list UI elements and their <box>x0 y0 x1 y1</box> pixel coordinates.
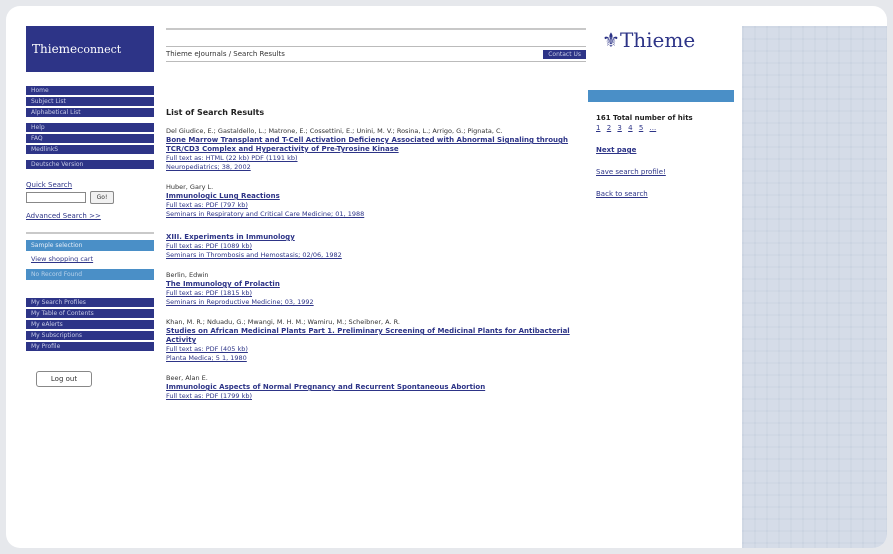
save-search-profile-link[interactable]: Save search profile! <box>596 168 726 176</box>
no-record-found: No Record Found <box>26 269 154 280</box>
nav-bottom: My Search Profiles My Table of Contents … <box>26 298 154 351</box>
nav-item-alphabetical-list[interactable]: Alphabetical List <box>26 108 154 117</box>
quick-search: Quick Search Go! <box>26 181 154 204</box>
main-content: Thieme eJournals / Search Results Contac… <box>166 28 586 412</box>
nav-item-subject-list[interactable]: Subject List <box>26 97 154 106</box>
page-link-more[interactable]: ... <box>650 124 657 132</box>
results-info: 161 Total number of hits 1 2 3 4 5 ... N… <box>588 102 734 210</box>
result-journal[interactable]: Neuropediatrics; 38, 2002 <box>166 163 586 172</box>
logo-text-thieme: Thieme <box>32 42 78 56</box>
nav-item-my-toc[interactable]: My Table of Contents <box>26 309 154 318</box>
thieme-brand-text: Thieme <box>619 28 696 52</box>
result-fulltext[interactable]: Full text as: HTML (22 kb) PDF (1191 kb) <box>166 154 586 163</box>
back-to-search-link[interactable]: Back to search <box>596 190 726 198</box>
result-fulltext[interactable]: Full text as: PDF (1815 kb) <box>166 289 586 298</box>
search-results: Del Giudice, E.; Gastaldello, L.; Matron… <box>166 127 586 401</box>
result-title[interactable]: Immunologic Lung Reactions <box>166 192 586 201</box>
quick-search-label: Quick Search <box>26 181 73 189</box>
logout-button[interactable]: Log out <box>36 371 92 387</box>
result-title[interactable]: Studies on African Medicinal Plants Part… <box>166 327 586 345</box>
result-authors: Berlin, Edwin <box>166 271 209 279</box>
result-authors: Huber, Gary L. <box>166 183 214 191</box>
page-frame: Thieme connect Home Subject List Alphabet… <box>6 6 887 548</box>
top-divider <box>166 28 586 30</box>
nav-item-home[interactable]: Home <box>26 86 154 95</box>
nav-item-my-search-profiles[interactable]: My Search Profiles <box>26 298 154 307</box>
result-title[interactable]: Bone Marrow Transplant and T-Cell Activa… <box>166 136 586 154</box>
sample-selection-header[interactable]: Sample selection <box>26 240 154 251</box>
nav-item-medlinks[interactable]: MedlinkS <box>26 145 154 154</box>
view-shopping-cart-link[interactable]: View shopping cart <box>26 255 154 263</box>
result-title[interactable]: XIII. Experiments in Immunology <box>166 233 586 242</box>
nav-item-my-ealerts[interactable]: My eAlerts <box>26 320 154 329</box>
result-authors: Del Giudice, E.; Gastaldello, L.; Matron… <box>166 127 503 135</box>
quick-search-input[interactable] <box>26 192 86 203</box>
result-fulltext[interactable]: Full text as: PDF (405 kb) <box>166 345 586 354</box>
pagination: 1 2 3 4 5 ... <box>596 124 726 132</box>
nav-item-my-profile[interactable]: My Profile <box>26 342 154 351</box>
background-grid <box>742 26 887 548</box>
thieme-logo[interactable]: ⚜Thieme <box>602 28 734 52</box>
result-journal[interactable]: Planta Medica; 5 1, 1980 <box>166 354 586 363</box>
page-link[interactable]: 4 <box>628 124 632 132</box>
right-panel: ⚜Thieme 161 Total number of hits 1 2 3 4… <box>588 28 734 210</box>
result-title[interactable]: Immunologic Aspects of Normal Pregnancy … <box>166 383 586 392</box>
nav-item-my-subscriptions[interactable]: My Subscriptions <box>26 331 154 340</box>
page-link[interactable]: 1 <box>596 124 600 132</box>
nav-item-help[interactable]: Help <box>26 123 154 132</box>
result-fulltext[interactable]: Full text as: PDF (1799 kb) <box>166 392 586 401</box>
results-info-bar <box>588 90 734 102</box>
page-title: List of Search Results <box>166 108 265 117</box>
breadcrumb-text[interactable]: Thieme eJournals / Search Results <box>166 50 285 58</box>
advanced-search-link[interactable]: Advanced Search >> <box>26 212 154 220</box>
page-link[interactable]: 5 <box>639 124 643 132</box>
breadcrumb: Thieme eJournals / Search Results Contac… <box>166 46 586 62</box>
go-button[interactable]: Go! <box>90 191 114 204</box>
result-authors: Beer, Alan E. <box>166 374 208 382</box>
result-item: Huber, Gary L. Immunologic Lung Reaction… <box>166 183 586 219</box>
result-journal[interactable]: Seminars in Respiratory and Critical Car… <box>166 210 586 219</box>
result-title[interactable]: The Immunology of Prolactin <box>166 280 586 289</box>
result-fulltext[interactable]: Full text as: PDF (797 kb) <box>166 201 586 210</box>
result-authors: Khan, M. R.; Nduadu, G.; Mwangi, M. H. M… <box>166 318 400 326</box>
result-journal[interactable]: Seminars in Thrombosis and Hemostasis; 0… <box>166 251 586 260</box>
result-fulltext[interactable]: Full text as: PDF (1089 kb) <box>166 242 586 251</box>
result-item: Del Giudice, E.; Gastaldello, L.; Matron… <box>166 127 586 172</box>
thieme-emblem-icon: ⚜ <box>602 28 620 52</box>
page-link[interactable]: 3 <box>617 124 621 132</box>
result-journal[interactable]: Seminars in Reproductive Medicine; 03, 1… <box>166 298 586 307</box>
result-item: Khan, M. R.; Nduadu, G.; Mwangi, M. H. M… <box>166 318 586 363</box>
thieme-connect-logo[interactable]: Thieme connect <box>26 26 154 72</box>
total-hits: 161 Total number of hits <box>596 114 693 122</box>
logo-text-connect: connect <box>77 42 122 56</box>
nav-item-faq[interactable]: FAQ <box>26 134 154 143</box>
result-item: XIII. Experiments in Immunology Full tex… <box>166 233 586 260</box>
contact-us-button[interactable]: Contact Us <box>543 49 586 59</box>
sidebar-divider <box>26 232 154 234</box>
result-item: Beer, Alan E. Immunologic Aspects of Nor… <box>166 374 586 401</box>
result-item: Berlin, Edwin The Immunology of Prolacti… <box>166 271 586 307</box>
next-page-link[interactable]: Next page <box>596 146 726 154</box>
nav-item-deutsche-version[interactable]: Deutsche Version <box>26 160 154 169</box>
left-sidebar: Thieme connect Home Subject List Alphabet… <box>26 26 154 387</box>
nav-top: Home Subject List Alphabetical List Help… <box>26 86 154 169</box>
page-link[interactable]: 2 <box>607 124 611 132</box>
